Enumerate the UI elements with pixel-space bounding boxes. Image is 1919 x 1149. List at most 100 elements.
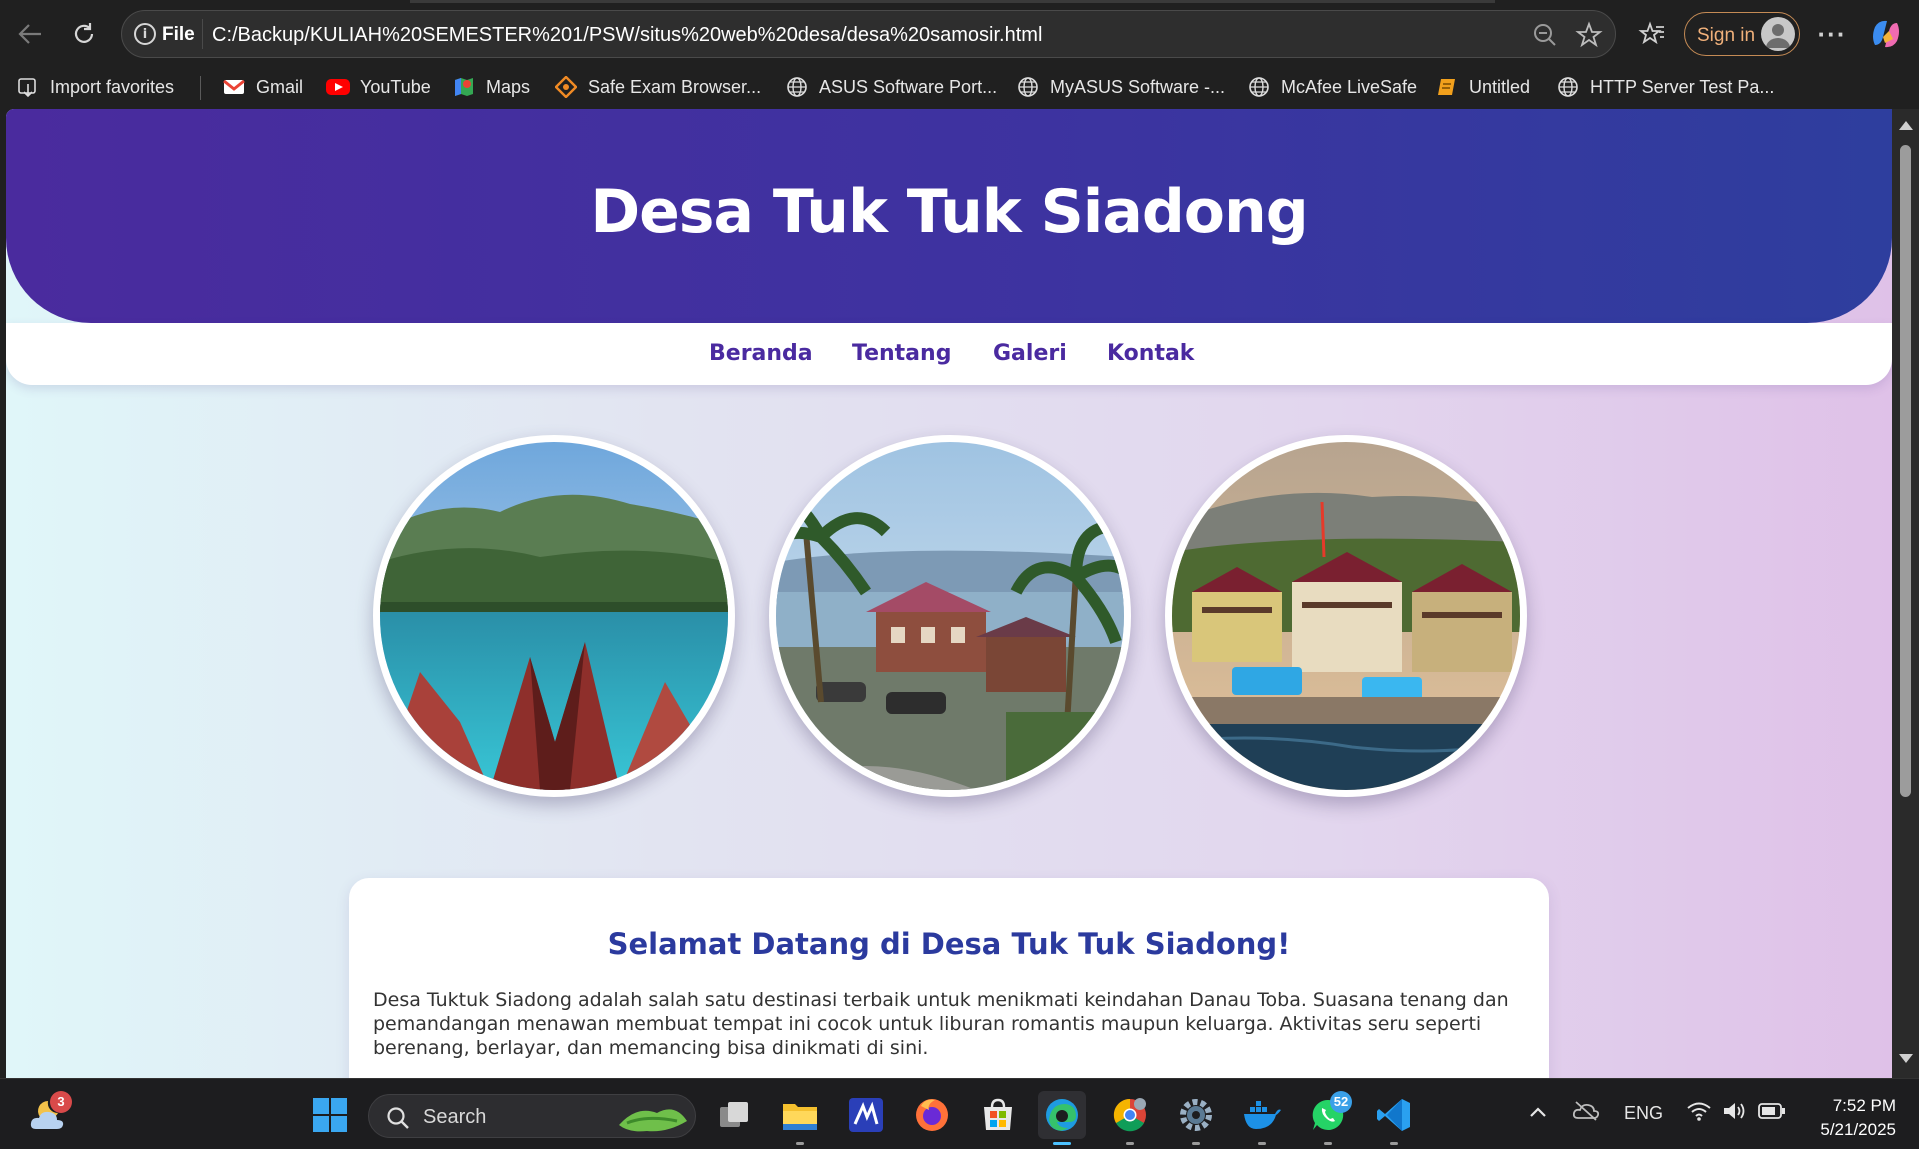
- nav-link-galeri[interactable]: Galeri: [993, 341, 1067, 366]
- welcome-card: Selamat Datang di Desa Tuk Tuk Siadong! …: [349, 878, 1549, 1078]
- favorite-label: Gmail: [256, 76, 304, 97]
- folder-icon: [783, 1104, 817, 1130]
- arrow-left-icon: [18, 24, 41, 44]
- onedrive-icon[interactable]: [1572, 1099, 1600, 1126]
- chrome-icon: [1113, 1098, 1146, 1132]
- gallery-photo-village-resort[interactable]: [769, 435, 1131, 797]
- whatsapp-button[interactable]: 52: [1304, 1091, 1352, 1145]
- copilot-icon[interactable]: [1866, 14, 1906, 54]
- docker-whale-icon: [1244, 1101, 1281, 1129]
- favorites-divider: [200, 76, 201, 100]
- wifi-icon[interactable]: [1686, 1100, 1712, 1127]
- favorite-label: ASUS Software Port...: [819, 76, 998, 97]
- favorite-label: Import favorites: [50, 76, 175, 97]
- avatar-icon: [1761, 17, 1795, 51]
- favorite-myasus-software[interactable]: MyASUS Software -...: [1016, 72, 1225, 102]
- seb-icon: [554, 75, 578, 99]
- favorite-label: McAfee LiveSafe: [1281, 76, 1418, 97]
- favorite-maps[interactable]: Maps: [452, 72, 530, 102]
- page-viewport: Desa Tuk Tuk Siadong Beranda Tentang Gal…: [0, 109, 1919, 1078]
- lakeside-hotel-photo: [1172, 442, 1520, 790]
- web-page: Desa Tuk Tuk Siadong Beranda Tentang Gal…: [6, 109, 1892, 1078]
- taskbar-search[interactable]: Search: [368, 1094, 696, 1138]
- weather-widget[interactable]: 3: [24, 1091, 72, 1139]
- favorite-untitled[interactable]: Untitled: [1435, 72, 1530, 102]
- refresh-button[interactable]: [64, 14, 104, 54]
- favorite-label: Untitled: [1469, 76, 1531, 97]
- app-button-ma[interactable]: [842, 1091, 890, 1139]
- sign-in-label: Sign in: [1697, 25, 1756, 46]
- refresh-icon: [74, 23, 94, 43]
- microsoft-store-button[interactable]: [974, 1091, 1022, 1139]
- edge-button[interactable]: [1038, 1091, 1086, 1145]
- favorite-mcafee-livesafe[interactable]: McAfee LiveSafe: [1247, 72, 1417, 102]
- favorite-label: MyASUS Software -...: [1050, 76, 1226, 97]
- favorite-asus-software-portal[interactable]: ASUS Software Port...: [785, 72, 997, 102]
- volume-icon[interactable]: [1722, 1100, 1748, 1127]
- favorite-star-icon[interactable]: [1574, 20, 1604, 50]
- nav-link-kontak[interactable]: Kontak: [1107, 341, 1194, 366]
- favorites-icon[interactable]: [1632, 14, 1672, 54]
- search-icon: [387, 1107, 409, 1129]
- favorite-gmail[interactable]: Gmail: [222, 72, 303, 102]
- firefox-icon: [916, 1099, 948, 1131]
- edge-icon: [1046, 1099, 1078, 1131]
- clock-date[interactable]: 5/21/2025: [1804, 1120, 1896, 1140]
- welcome-title: Selamat Datang di Desa Tuk Tuk Siadong!: [607, 927, 1291, 961]
- file-explorer-button[interactable]: [776, 1091, 824, 1145]
- running-indicator: [1324, 1142, 1332, 1145]
- docker-button[interactable]: [1238, 1091, 1286, 1145]
- settings-button[interactable]: [1172, 1091, 1220, 1145]
- language-indicator[interactable]: ENG: [1624, 1103, 1663, 1124]
- firefox-button[interactable]: [908, 1091, 956, 1139]
- whatsapp-badge: 52: [1330, 1091, 1352, 1113]
- favorite-import[interactable]: Import favorites: [16, 72, 174, 102]
- weather-badge: 3: [50, 1091, 72, 1113]
- favorite-label: Maps: [486, 76, 531, 97]
- gallery-photo-lakeside-hotel[interactable]: [1165, 435, 1527, 797]
- address-bar[interactable]: i File C:/Backup/KULIAH%20SEMESTER%201/P…: [121, 10, 1616, 58]
- globe-icon: [1016, 75, 1040, 99]
- chrome-button[interactable]: [1106, 1091, 1154, 1145]
- gallery-photo-lake-mountain[interactable]: [373, 435, 735, 797]
- running-indicator: [1192, 1142, 1200, 1145]
- scroll-down-arrow-icon[interactable]: [1899, 1054, 1913, 1063]
- village-resort-photo: [776, 442, 1124, 790]
- site-title: Desa Tuk Tuk Siadong: [590, 177, 1308, 247]
- tab-indicator: [410, 0, 1495, 3]
- favorite-safe-exam-browser[interactable]: Safe Exam Browser...: [554, 72, 761, 102]
- address-scheme-label: File: [162, 24, 195, 45]
- task-view-icon: [720, 1102, 748, 1127]
- taskbar: 3 Search 52 ENG 7:52 PM 5/21/2025: [0, 1078, 1919, 1149]
- youtube-icon: [326, 75, 350, 99]
- nav-link-beranda[interactable]: Beranda: [709, 341, 813, 366]
- vertical-scrollbar[interactable]: [1892, 109, 1919, 1078]
- more-menu-icon[interactable]: ···: [1812, 14, 1852, 54]
- gmail-icon: [222, 75, 246, 99]
- note-icon: [1435, 75, 1459, 99]
- favorite-http-server-test[interactable]: HTTP Server Test Pa...: [1556, 72, 1774, 102]
- site-info-icon[interactable]: i: [134, 23, 156, 45]
- running-indicator: [1126, 1142, 1134, 1145]
- zoom-icon[interactable]: [1530, 20, 1560, 50]
- task-view-button[interactable]: [710, 1091, 758, 1139]
- battery-icon[interactable]: [1758, 1102, 1786, 1125]
- favorites-bar: Import favorites Gmail YouTube Maps Safe…: [0, 66, 1919, 106]
- ma-app-icon: [849, 1098, 883, 1132]
- sign-in-button[interactable]: Sign in: [1684, 12, 1800, 56]
- scroll-thumb[interactable]: [1900, 145, 1911, 797]
- favorite-youtube[interactable]: YouTube: [326, 72, 431, 102]
- vscode-button[interactable]: [1370, 1091, 1418, 1145]
- store-icon: [984, 1098, 1012, 1130]
- active-indicator: [1053, 1142, 1071, 1145]
- scroll-up-arrow-icon[interactable]: [1899, 121, 1913, 130]
- start-button[interactable]: [306, 1091, 354, 1139]
- clock-time[interactable]: 7:52 PM: [1826, 1096, 1896, 1116]
- tray-overflow-icon[interactable]: [1528, 1103, 1548, 1124]
- running-indicator: [796, 1142, 804, 1145]
- nav-link-tentang[interactable]: Tentang: [852, 341, 951, 366]
- gear-icon: [1180, 1099, 1212, 1131]
- favorite-label: HTTP Server Test Pa...: [1590, 76, 1775, 97]
- address-url[interactable]: C:/Backup/KULIAH%20SEMESTER%201/PSW/situ…: [212, 24, 1042, 47]
- back-button[interactable]: [10, 14, 50, 54]
